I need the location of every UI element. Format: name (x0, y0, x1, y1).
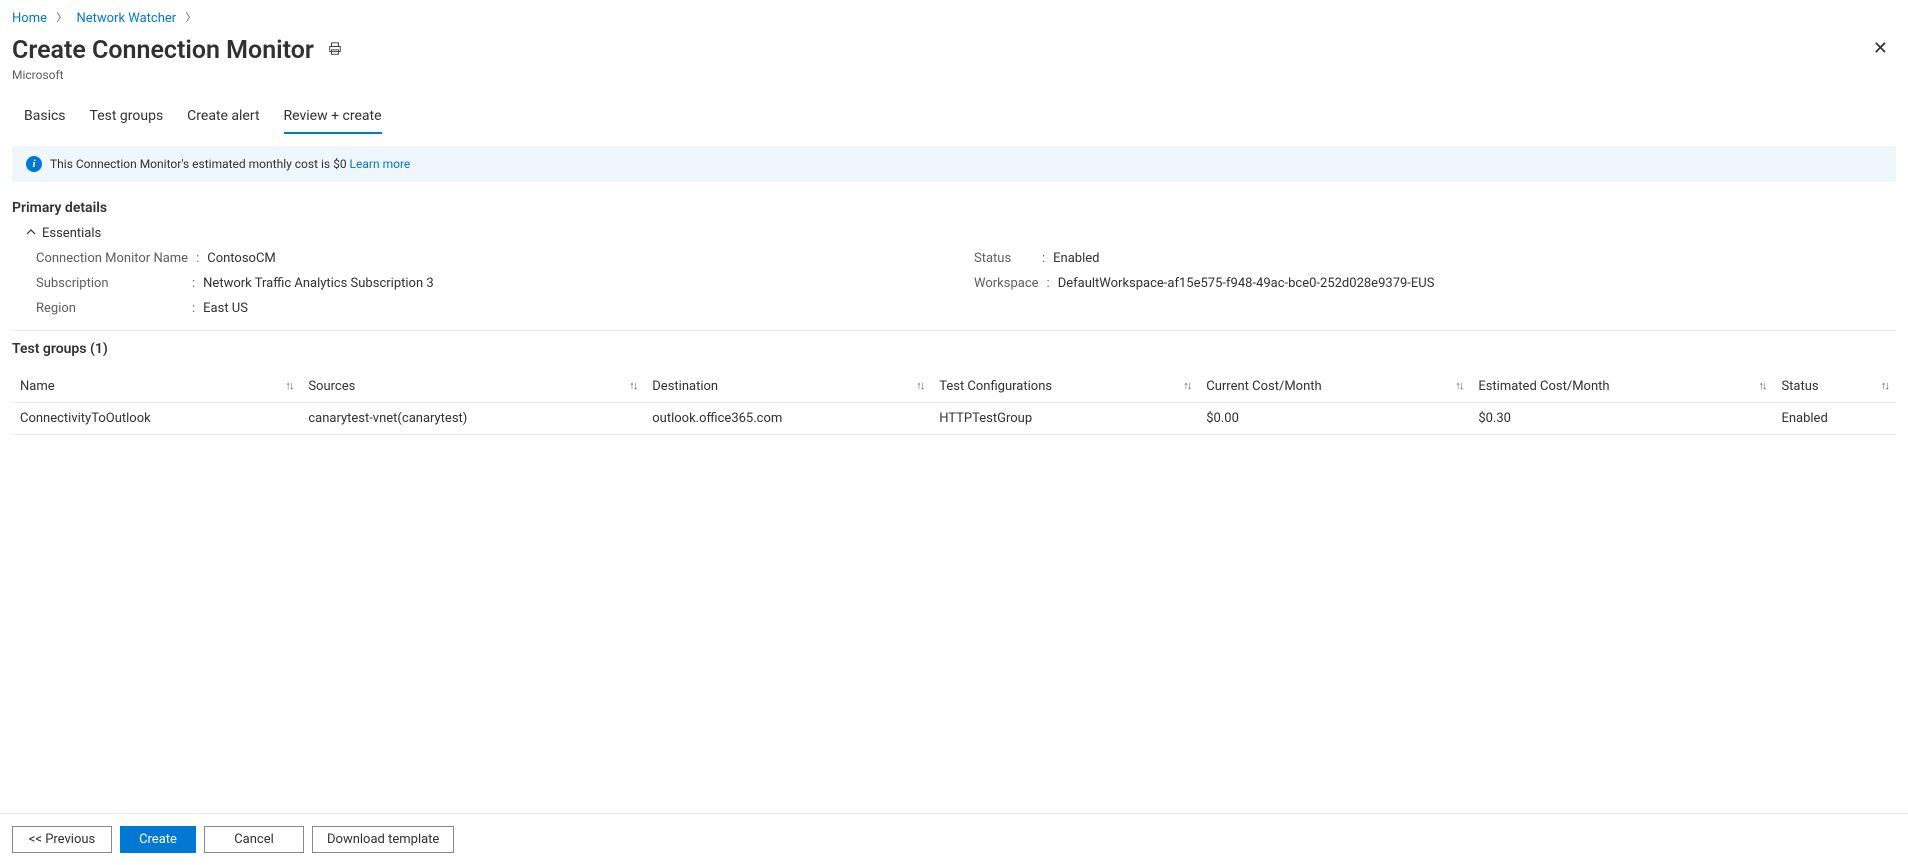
banner-text: This Connection Monitor's estimated mont… (50, 157, 350, 171)
tabs: Basics Test groups Create alert Review +… (12, 102, 1896, 134)
breadcrumb: Home 〉 Network Watcher 〉 (12, 8, 1896, 36)
page-title: Create Connection Monitor (12, 36, 314, 66)
sort-icon: ↑↓ (1758, 379, 1765, 392)
cell-estimated-cost: $0.30 (1470, 403, 1773, 435)
info-icon: i (26, 156, 42, 172)
col-current-cost[interactable]: Current Cost/Month↑↓ (1198, 371, 1470, 403)
test-groups-table: Name↑↓ Sources↑↓ Destination↑↓ Test Conf… (12, 371, 1896, 435)
section-test-groups: Test groups (1) (12, 341, 1896, 357)
label-region: Region (36, 301, 184, 316)
download-template-button[interactable]: Download template (312, 826, 454, 853)
close-button[interactable]: ✕ (1865, 36, 1896, 62)
section-primary-details: Primary details (12, 200, 1896, 216)
sort-icon: ↑↓ (916, 379, 923, 392)
print-icon[interactable] (328, 42, 342, 61)
chevron-right-icon: 〉 (185, 11, 196, 24)
essentials-label: Essentials (42, 226, 101, 241)
chevron-up-icon (26, 227, 36, 240)
col-destination[interactable]: Destination↑↓ (644, 371, 931, 403)
create-button[interactable]: Create (120, 826, 196, 853)
breadcrumb-home[interactable]: Home (12, 11, 47, 26)
value-subscription: Network Traffic Analytics Subscription 3 (203, 276, 434, 291)
cancel-button[interactable]: Cancel (204, 826, 304, 853)
cell-name: ConnectivityToOutlook (12, 403, 300, 435)
essentials-toggle[interactable]: Essentials (12, 226, 1896, 241)
cell-status: Enabled (1773, 403, 1896, 435)
banner-learn-more-link[interactable]: Learn more (350, 157, 411, 171)
tab-test-groups[interactable]: Test groups (90, 102, 164, 134)
label-subscription: Subscription (36, 276, 184, 291)
chevron-right-icon: 〉 (56, 11, 67, 24)
sort-icon: ↑↓ (285, 379, 292, 392)
col-estimated-cost[interactable]: Estimated Cost/Month↑↓ (1470, 371, 1773, 403)
label-conn-monitor-name: Connection Monitor Name (36, 251, 188, 266)
cell-test-config: HTTPTestGroup (931, 403, 1198, 435)
sort-icon: ↑↓ (629, 379, 636, 392)
label-workspace: Workspace (974, 276, 1039, 291)
breadcrumb-network-watcher[interactable]: Network Watcher (76, 11, 176, 26)
col-name[interactable]: Name↑↓ (12, 371, 300, 403)
page-subtitle: Microsoft (12, 68, 342, 82)
value-region: East US (203, 301, 248, 316)
cell-sources: canarytest-vnet(canarytest) (300, 403, 644, 435)
sort-icon: ↑↓ (1455, 379, 1462, 392)
sort-icon: ↑↓ (1881, 379, 1888, 392)
info-banner: i This Connection Monitor's estimated mo… (12, 146, 1896, 182)
value-status: Enabled (1053, 251, 1099, 266)
tab-basics[interactable]: Basics (24, 102, 66, 134)
col-test-configurations[interactable]: Test Configurations↑↓ (931, 371, 1198, 403)
previous-button[interactable]: << Previous (12, 826, 112, 853)
col-status[interactable]: Status↑↓ (1773, 371, 1896, 403)
sort-icon: ↑↓ (1183, 379, 1190, 392)
bottom-action-bar: << Previous Create Cancel Download templ… (0, 813, 1908, 865)
cell-current-cost: $0.00 (1198, 403, 1470, 435)
tab-create-alert[interactable]: Create alert (187, 102, 259, 134)
value-conn-monitor-name: ContosoCM (207, 251, 276, 266)
tab-review-create[interactable]: Review + create (284, 102, 382, 134)
table-row[interactable]: ConnectivityToOutlook canarytest-vnet(ca… (12, 403, 1896, 435)
cell-destination: outlook.office365.com (644, 403, 931, 435)
value-workspace: DefaultWorkspace-af15e575-f948-49ac-bce0… (1058, 276, 1435, 291)
col-sources[interactable]: Sources↑↓ (300, 371, 644, 403)
label-status: Status (974, 251, 1034, 266)
